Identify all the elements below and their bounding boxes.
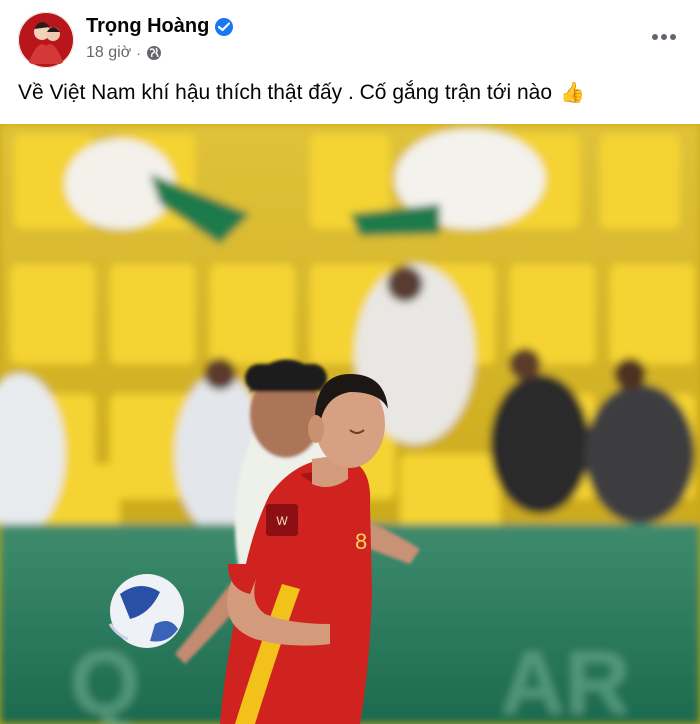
thumbs-up-emoji: 👍 xyxy=(560,82,585,104)
author-name[interactable]: Trọng Hoàng xyxy=(86,15,209,38)
verified-badge-icon xyxy=(215,17,234,36)
svg-text:W: W xyxy=(276,514,288,528)
meta-separator: · xyxy=(136,45,141,61)
avatar[interactable] xyxy=(18,12,74,68)
jersey-number: 8 xyxy=(355,529,367,554)
post-meta: 18 giờ · xyxy=(86,44,162,62)
svg-text:Q: Q xyxy=(70,634,140,724)
post-photo[interactable]: Q AR W 8 xyxy=(0,124,700,724)
post-header: Trọng Hoàng 18 giờ · xyxy=(18,12,682,68)
caption-text: Về Việt Nam khí hậu thích thật đấy . Cố … xyxy=(18,80,553,104)
svg-text:AR: AR xyxy=(500,634,630,724)
globe-icon xyxy=(146,45,162,61)
facebook-post: Trọng Hoàng 18 giờ · Về Việt Nam khí hậu… xyxy=(0,0,700,724)
post-timestamp[interactable]: 18 giờ xyxy=(86,44,131,62)
more-options-icon[interactable] xyxy=(646,22,682,52)
post-caption: Về Việt Nam khí hậu thích thật đấy . Cố … xyxy=(18,80,585,105)
author-name-row: Trọng Hoàng xyxy=(86,15,234,38)
